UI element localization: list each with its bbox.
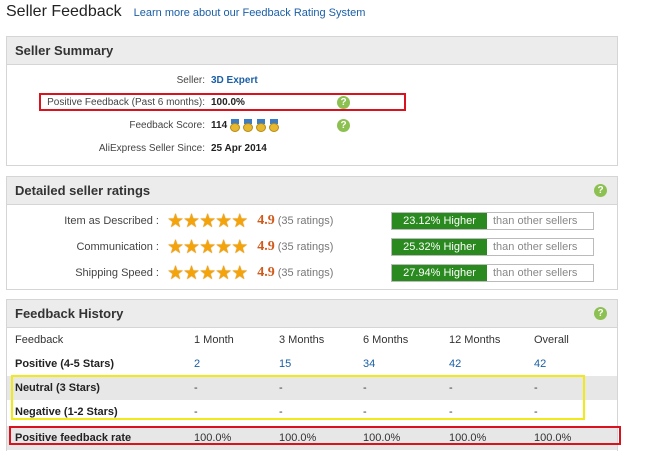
comparison-text: than other sellers <box>487 213 593 229</box>
star-icon: ★ <box>215 262 233 284</box>
detailed-ratings-header: Detailed seller ratings ? <box>7 177 617 205</box>
rating-stars: ★ ★ ★ ★ ★ <box>167 236 249 258</box>
medal-icon <box>230 118 241 132</box>
highlight-box-yellow <box>11 375 585 420</box>
star-icon: ★ <box>183 262 201 284</box>
seller-summary-title: Seller Summary <box>15 43 114 58</box>
feedback-score-row: Feedback Score: 114 ? <box>7 114 350 136</box>
table-cell[interactable]: 42 <box>534 358 546 370</box>
feedback-history-header: Feedback History ? <box>7 300 617 328</box>
seller-since-value: 25 Apr 2014 <box>211 142 267 154</box>
seller-since-label: AliExpress Seller Since: <box>98 142 205 154</box>
rating-row: Item as Described : ★ ★ ★ ★ ★ 4.9 (35 ratings) 2… <box>7 210 617 232</box>
highlight-box-red <box>39 93 406 111</box>
page-title: Seller Feedback <box>6 3 122 20</box>
seller-name-link[interactable]: 3D Expert <box>211 75 258 86</box>
seller-label: Seller: <box>176 74 205 86</box>
star-icon: ★ <box>199 262 217 284</box>
comparison-percent: 25.32% Higher <box>392 239 487 255</box>
star-icon: ★ <box>215 210 233 232</box>
table-cell[interactable]: 34 <box>363 358 375 370</box>
star-icon: ★ <box>199 236 217 258</box>
rating-stars: ★ ★ ★ ★ ★ <box>167 262 249 284</box>
learn-more-link[interactable]: Learn more about our Feedback Rating Sys… <box>134 7 366 19</box>
comparison-badge: 27.94% Higher than other sellers <box>391 264 594 282</box>
column-header: 6 Months <box>363 334 409 346</box>
column-header: 3 Months <box>279 334 325 346</box>
star-icon: ★ <box>183 210 201 232</box>
rating-count: (35 ratings) <box>277 215 334 227</box>
rating-label: Communication : <box>76 241 159 253</box>
medal-icon <box>269 118 280 132</box>
column-header: Overall <box>534 334 569 346</box>
feedback-score-label: Feedback Score: <box>129 119 205 131</box>
column-header: 12 Months <box>449 334 501 346</box>
comparison-text: than other sellers <box>487 265 593 281</box>
star-icon: ★ <box>199 210 217 232</box>
rating-label: Shipping Speed : <box>75 267 159 279</box>
column-header: Feedback <box>15 334 64 346</box>
medal-icon <box>243 118 254 132</box>
column-header: 1 Month <box>194 334 234 346</box>
rating-score: 4.9 <box>257 239 275 254</box>
star-icon: ★ <box>167 210 185 232</box>
rating-stars: ★ ★ ★ ★ ★ <box>167 210 249 232</box>
comparison-badge: 23.12% Higher than other sellers <box>391 212 594 230</box>
rating-label: Item as Described : <box>64 215 159 227</box>
seller-row: Seller: 3D Expert <box>7 69 258 91</box>
table-cell[interactable]: 42 <box>449 358 461 370</box>
star-icon: ★ <box>183 236 201 258</box>
table-cell[interactable]: 15 <box>279 358 291 370</box>
comparison-percent: 27.94% Higher <box>392 265 487 281</box>
medal-icon <box>256 118 267 132</box>
help-icon[interactable]: ? <box>337 119 350 132</box>
rating-score: 4.9 <box>257 213 275 228</box>
rating-row: Communication : ★ ★ ★ ★ ★ 4.9 (35 ratings) 25.32… <box>7 236 617 258</box>
seller-since-row: AliExpress Seller Since: 25 Apr 2014 <box>7 137 267 159</box>
rating-count: (35 ratings) <box>277 267 334 279</box>
rating-row: Shipping Speed : ★ ★ ★ ★ ★ 4.9 (35 ratings) 27.9… <box>7 262 617 284</box>
detailed-ratings-title: Detailed seller ratings <box>15 183 151 198</box>
highlight-box-red <box>9 426 621 445</box>
table-row: Positive (4-5 Stars) 2 15 34 42 42 <box>7 352 617 376</box>
seller-summary-header: Seller Summary <box>7 37 617 65</box>
star-icon: ★ <box>231 236 249 258</box>
star-icon: ★ <box>231 262 249 284</box>
table-header-row: Feedback 1 Month 3 Months 6 Months 12 Mo… <box>7 328 617 352</box>
page-header: Seller Feedback Learn more about our Fee… <box>6 0 365 26</box>
star-icon: ★ <box>167 236 185 258</box>
star-icon: ★ <box>231 210 249 232</box>
comparison-percent: 23.12% Higher <box>392 213 487 229</box>
feedback-score-value: 114 <box>211 119 228 131</box>
feedback-history-title: Feedback History <box>15 306 124 321</box>
comparison-badge: 25.32% Higher than other sellers <box>391 238 594 256</box>
help-icon[interactable]: ? <box>594 184 607 197</box>
comparison-text: than other sellers <box>487 239 593 255</box>
rating-score: 4.9 <box>257 265 275 280</box>
table-cell[interactable]: 2 <box>194 358 200 370</box>
detailed-ratings-panel: Detailed seller ratings ? Item as Descri… <box>6 176 618 290</box>
star-icon: ★ <box>215 236 233 258</box>
star-icon: ★ <box>167 262 185 284</box>
rating-count: (35 ratings) <box>277 241 334 253</box>
row-label: Positive (4-5 Stars) <box>15 358 115 370</box>
help-icon[interactable]: ? <box>594 307 607 320</box>
